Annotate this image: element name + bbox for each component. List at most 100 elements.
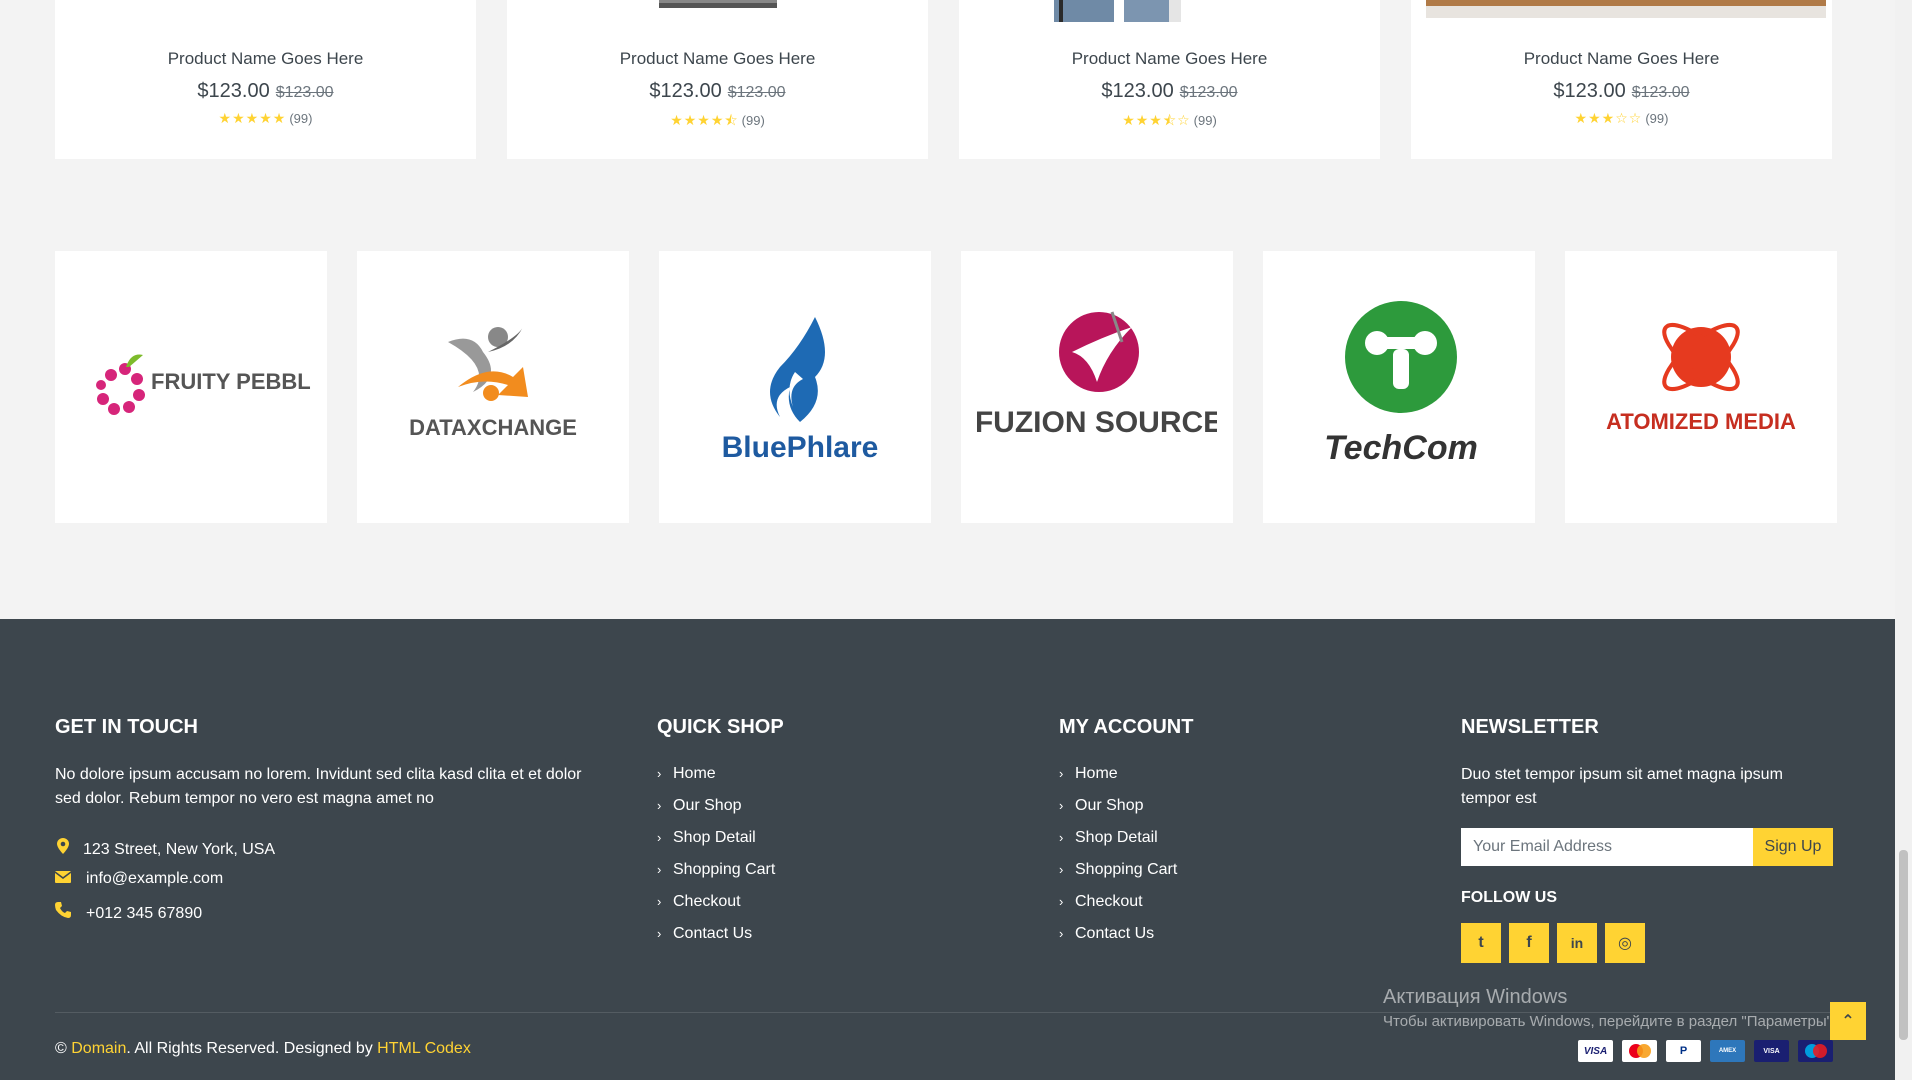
amex-card-icon: AMEX [1710, 1040, 1745, 1062]
product-price: $123.00 [1553, 80, 1626, 102]
review-count: (99) [1645, 111, 1669, 126]
star-rating-icon: ★★★★⯪ [670, 112, 739, 128]
footer-link-shop-detail[interactable]: › Shop Detail [657, 829, 775, 861]
designer-link[interactable]: HTML Codex [377, 1040, 471, 1057]
dataxchange-logo: DATAXCHANGE [409, 327, 577, 440]
visa-electron-icon: VISA [1754, 1040, 1789, 1062]
product-image[interactable] [55, 0, 476, 24]
chevron-right-icon: › [1059, 926, 1064, 941]
scrollbar-thumb[interactable] [1899, 850, 1908, 1040]
domain-link[interactable]: Domain [71, 1040, 126, 1057]
signup-button[interactable]: Sign Up [1753, 828, 1833, 866]
vendor-card-dataxchange[interactable]: DATAXCHANGE [357, 251, 629, 523]
product-image[interactable] [507, 0, 928, 24]
atomized-media-logo: ATOMIZED MEDIA [1606, 322, 1796, 434]
product-price: $123.00 [649, 80, 722, 102]
product-old-price: $123.00 [1179, 84, 1238, 101]
follow-us-title: Follow Us [1461, 889, 1557, 906]
footer-link-checkout[interactable]: › Checkout [1059, 893, 1177, 925]
linkedin-icon[interactable]: in [1557, 923, 1597, 963]
vendor-card-techcom[interactable]: TechCom [1263, 251, 1535, 523]
fuzion-logo: FUZION SOURCE [977, 311, 1217, 439]
product-card[interactable]: Product Name Goes Here $123.00 $123.00 ★★… [959, 0, 1380, 159]
chevron-right-icon: › [657, 798, 662, 813]
instagram-icon[interactable]: ◎ [1605, 923, 1645, 963]
product-image[interactable] [1411, 0, 1832, 24]
svg-text:DATAXCHANGE: DATAXCHANGE [409, 415, 577, 440]
svg-text:FRUITY PEBBLES: FRUITY PEBBLES [151, 369, 311, 394]
footer-link-contact-us[interactable]: › Contact Us [1059, 925, 1177, 957]
product-old-price: $123.00 [727, 84, 786, 101]
back-to-top-button[interactable]: ⌃ [1830, 1002, 1866, 1040]
contact-email-text[interactable]: info@example.com [86, 870, 223, 887]
site-footer: Get In Touch No dolore ipsum accusam no … [0, 619, 1895, 1080]
contact-email[interactable]: info@example.com [54, 870, 223, 888]
chevron-right-icon: › [1059, 798, 1064, 813]
double-chevron-up-icon: ⌃ [1841, 1013, 1855, 1030]
maestro-icon [1798, 1040, 1833, 1062]
product-rating: ★★★⯪☆ (99) [959, 110, 1380, 134]
review-count: (99) [1193, 113, 1217, 128]
contact-phone-text[interactable]: +012 345 67890 [86, 905, 202, 922]
quick-shop-links: › Home › Our Shop › Shop Detail › Shopping C… [657, 765, 775, 957]
visa-card-icon: VISA [1578, 1040, 1613, 1062]
chevron-right-icon: › [657, 894, 662, 909]
product-rating: ★★★★⯪ (99) [507, 110, 928, 134]
footer-link-shopping-cart[interactable]: › Shopping Cart [657, 861, 775, 893]
svg-text:ATOMIZED MEDIA: ATOMIZED MEDIA [1606, 409, 1796, 434]
product-row: Product Name Goes Here $123.00 $123.00 ★★… [55, 0, 1832, 159]
footer-link-shopping-cart[interactable]: › Shopping Cart [1059, 861, 1177, 893]
product-price-row: $123.00 $123.00 [1411, 80, 1832, 103]
footer-link-checkout[interactable]: › Checkout [657, 893, 775, 925]
product-price-row: $123.00 $123.00 [959, 80, 1380, 103]
product-old-price: $123.00 [275, 84, 334, 101]
vendor-card-atomized-media[interactable]: ATOMIZED MEDIA [1565, 251, 1837, 523]
vendor-card-fruity-pebbles[interactable]: FRUITY PEBBLES [55, 251, 327, 523]
page-scrollbar[interactable] [1895, 0, 1912, 1080]
chevron-right-icon: › [657, 862, 662, 877]
twitter-icon[interactable]: t [1461, 923, 1501, 963]
newsletter-email-input[interactable] [1461, 828, 1753, 866]
product-price: $123.00 [197, 80, 270, 102]
footer-link-shop-detail[interactable]: › Shop Detail [1059, 829, 1177, 861]
svg-text:BluePhlare: BluePhlare [722, 431, 879, 464]
review-count: (99) [289, 111, 313, 126]
product-image[interactable] [959, 0, 1380, 24]
footer-link-contact-us[interactable]: › Contact Us [657, 925, 775, 957]
product-name[interactable]: Product Name Goes Here [507, 49, 928, 69]
my-account-links: › Home › Our Shop › Shop Detail › Shopping C… [1059, 765, 1177, 957]
footer-link-home[interactable]: › Home [657, 765, 775, 797]
contact-phone[interactable]: +012 345 67890 [55, 902, 202, 923]
phone-icon [55, 902, 71, 922]
product-name[interactable]: Product Name Goes Here [959, 49, 1380, 69]
facebook-icon[interactable]: f [1509, 923, 1549, 963]
product-card[interactable]: Product Name Goes Here $123.00 $123.00 ★★… [507, 0, 928, 159]
newsletter-text: Duo stet tempor ipsum sit amet magna ips… [1461, 766, 1783, 807]
quick-shop-title: Quick Shop [657, 716, 784, 738]
contact-address-text: 123 Street, New York, USA [83, 841, 276, 858]
map-marker-icon [55, 838, 71, 858]
mastercard-icon [1622, 1040, 1657, 1062]
product-name[interactable]: Product Name Goes Here [1411, 49, 1832, 69]
product-card[interactable]: Product Name Goes Here $123.00 $123.00 ★★… [55, 0, 476, 159]
paypal-icon: P [1666, 1040, 1701, 1062]
bluephlare-logo: BluePhlare [722, 317, 879, 464]
product-card[interactable]: Product Name Goes Here $123.00 $123.00 ★★… [1411, 0, 1832, 159]
chevron-right-icon: › [657, 830, 662, 845]
footer-link-our-shop[interactable]: › Our Shop [1059, 797, 1177, 829]
contact-title: Get In Touch [55, 716, 198, 738]
chevron-right-icon: › [1059, 830, 1064, 845]
star-rating-icon: ★★★★★ [218, 110, 287, 126]
contact-text: No dolore ipsum accusam no lorem. Invidu… [55, 766, 582, 807]
vendor-card-bluephlare[interactable]: BluePhlare [659, 251, 931, 523]
product-price-row: $123.00 $123.00 [55, 80, 476, 103]
vendor-card-fuzion[interactable]: FUZION SOURCE [961, 251, 1233, 523]
chevron-right-icon: › [657, 926, 662, 941]
footer-link-our-shop[interactable]: › Our Shop [657, 797, 775, 829]
fruity-pebbles-logo: FRUITY PEBBLES [96, 354, 311, 415]
product-price-row: $123.00 $123.00 [507, 80, 928, 103]
my-account-title: My Account [1059, 716, 1194, 738]
footer-link-home[interactable]: › Home [1059, 765, 1177, 797]
product-name[interactable]: Product Name Goes Here [55, 49, 476, 69]
chevron-right-icon: › [1059, 894, 1064, 909]
